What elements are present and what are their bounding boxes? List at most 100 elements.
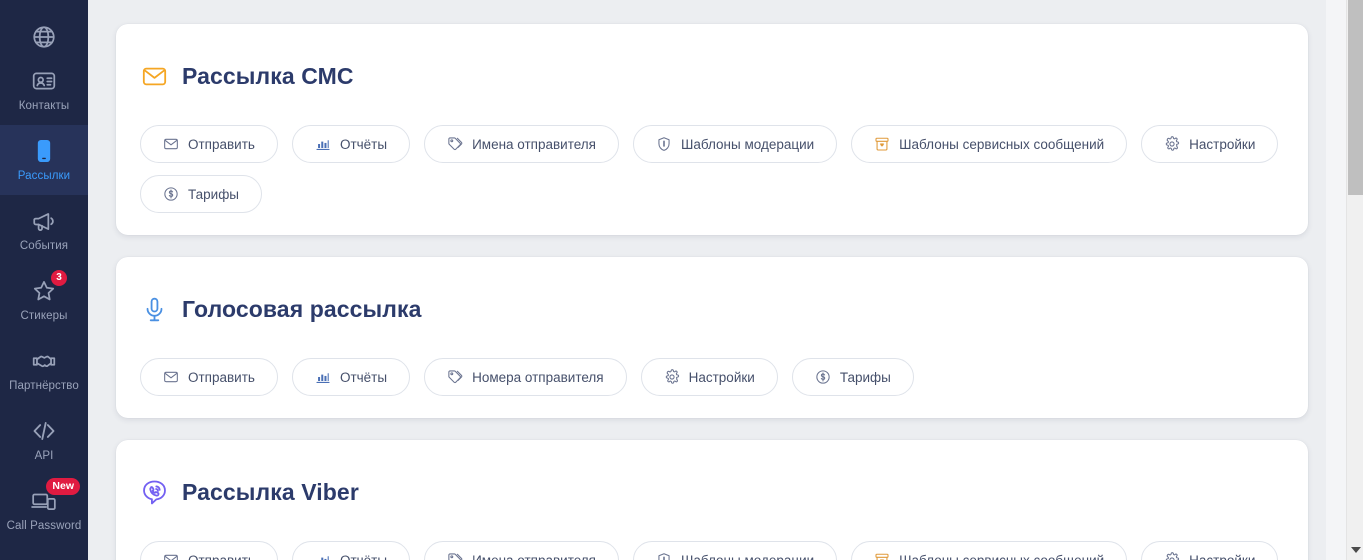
shield-icon [656, 136, 672, 152]
action-button-label: Шаблоны модерации [681, 553, 814, 560]
action-button-label: Тарифы [840, 370, 891, 385]
devices-icon: New [30, 487, 58, 515]
action-button-label: Номера отправителя [472, 370, 604, 385]
action-button[interactable]: Тарифы [140, 175, 262, 213]
action-button-label: Настройки [1189, 137, 1255, 152]
sidebar-item-мои-сайты[interactable] [0, 0, 88, 55]
bar-chart-icon [315, 136, 331, 152]
globe-icon [30, 23, 58, 51]
action-button-label: Шаблоны сервисных сообщений [899, 553, 1104, 560]
sidebar-item-рассылки[interactable]: Рассылки [0, 125, 88, 195]
vertical-scrollbar[interactable] [1346, 0, 1363, 560]
bar-chart-icon [315, 369, 331, 385]
viber-icon [140, 479, 168, 507]
envelope-icon [163, 369, 179, 385]
sidebar-item-партнёрство[interactable]: Партнёрство [0, 335, 88, 405]
action-button[interactable]: Отправить [140, 125, 278, 163]
action-button[interactable]: Шаблоны сервисных сообщений [851, 541, 1127, 560]
action-button[interactable]: Настройки [1141, 125, 1278, 163]
action-button-label: Отправить [188, 137, 255, 152]
sidebar-item-call-password[interactable]: New Call Password [0, 475, 88, 545]
channel-card: Голосовая рассылка Отправить Отчёты Номера … [116, 257, 1308, 418]
notification-badge: New [46, 478, 80, 495]
action-button-label: Отправить [188, 553, 255, 560]
action-button[interactable]: Шаблоны модерации [633, 541, 837, 560]
handshake-icon [30, 347, 58, 375]
card-header: Голосовая рассылка [140, 277, 1284, 342]
action-button[interactable]: Отправить [140, 358, 278, 396]
action-button-label: Имена отправителя [472, 137, 596, 152]
card-actions: Отправить Отчёты Номера отправителя Настрой… [140, 358, 1284, 396]
card-header: Рассылка Viber [140, 460, 1284, 525]
bar-chart-icon [315, 552, 331, 560]
tag-icon [447, 369, 463, 385]
action-button[interactable]: Номера отправителя [424, 358, 627, 396]
action-button[interactable]: Отправить [140, 541, 278, 560]
shield-icon [656, 552, 672, 560]
action-button[interactable]: Настройки [641, 358, 778, 396]
notification-badge: 3 [51, 270, 67, 286]
dollar-circle-icon [815, 369, 831, 385]
action-button-label: Отчёты [340, 553, 387, 560]
envelope-icon [163, 136, 179, 152]
sidebar-item-label: Контакты [19, 100, 69, 113]
mobile-phone-icon [30, 137, 58, 165]
card-title: Рассылка Viber [182, 479, 359, 506]
sidebar-item-label: Партнёрство [9, 380, 79, 393]
sidebar-item-label: Стикеры [21, 310, 68, 323]
sidebar: Контакты Рассылки События 3 Стикеры Партнёрст… [0, 0, 88, 560]
archive-box-icon [874, 552, 890, 560]
action-button[interactable]: Отчёты [292, 125, 410, 163]
action-button[interactable]: Настройки [1141, 541, 1278, 560]
action-button[interactable]: Отчёты [292, 541, 410, 560]
app-root: Контакты Рассылки События 3 Стикеры Партнёрст… [0, 0, 1363, 560]
sidebar-item-label: Call Password [7, 520, 82, 533]
cards-scroll-area[interactable]: Рассылка СМС Отправить Отчёты Имена отправи… [88, 0, 1363, 560]
scrollbar-thumb[interactable] [1348, 0, 1363, 195]
megaphone-icon [30, 207, 58, 235]
action-button-label: Настройки [689, 370, 755, 385]
sidebar-item-label: События [20, 240, 68, 253]
sidebar-item-api[interactable]: API [0, 405, 88, 475]
scroll-gutter [1326, 0, 1346, 560]
envelope-icon [140, 63, 168, 91]
action-button-label: Отправить [188, 370, 255, 385]
action-button[interactable]: Шаблоны модерации [633, 125, 837, 163]
channel-card: Рассылка СМС Отправить Отчёты Имена отправи… [116, 24, 1308, 235]
archive-box-icon [874, 136, 890, 152]
channel-card: Рассылка Viber Отправить Отчёты Имена отпра… [116, 440, 1308, 560]
star-icon: 3 [30, 277, 58, 305]
sidebar-item-события[interactable]: События [0, 195, 88, 265]
tag-icon [447, 552, 463, 560]
contact-card-icon [30, 67, 58, 95]
action-button[interactable]: Отчёты [292, 358, 410, 396]
action-button[interactable]: Имена отправителя [424, 541, 619, 560]
sidebar-item-стикеры[interactable]: 3 Стикеры [0, 265, 88, 335]
sidebar-item-label: API [35, 450, 54, 463]
action-button-label: Отчёты [340, 370, 387, 385]
card-actions: Отправить Отчёты Имена отправителя Шаблоны … [140, 125, 1284, 213]
microphone-icon [140, 296, 168, 324]
main-content: Рассылка СМС Отправить Отчёты Имена отправи… [88, 0, 1363, 560]
envelope-icon [163, 552, 179, 560]
sidebar-item-контакты[interactable]: Контакты [0, 55, 88, 125]
gear-icon [1164, 552, 1180, 560]
gear-icon [1164, 136, 1180, 152]
action-button-label: Шаблоны модерации [681, 137, 814, 152]
dollar-circle-icon [163, 186, 179, 202]
action-button[interactable]: Тарифы [792, 358, 914, 396]
action-button-label: Тарифы [188, 187, 239, 202]
action-button-label: Имена отправителя [472, 553, 596, 560]
card-header: Рассылка СМС [140, 44, 1284, 109]
action-button[interactable]: Имена отправителя [424, 125, 619, 163]
tag-icon [447, 136, 463, 152]
action-button[interactable]: Шаблоны сервисных сообщений [851, 125, 1127, 163]
card-title: Рассылка СМС [182, 63, 354, 90]
scrollbar-down-arrow[interactable] [1347, 541, 1363, 558]
action-button-label: Отчёты [340, 137, 387, 152]
action-button-label: Шаблоны сервисных сообщений [899, 137, 1104, 152]
card-title: Голосовая рассылка [182, 296, 421, 323]
code-icon [30, 417, 58, 445]
card-actions: Отправить Отчёты Имена отправителя Шаблоны … [140, 541, 1284, 560]
gear-icon [664, 369, 680, 385]
